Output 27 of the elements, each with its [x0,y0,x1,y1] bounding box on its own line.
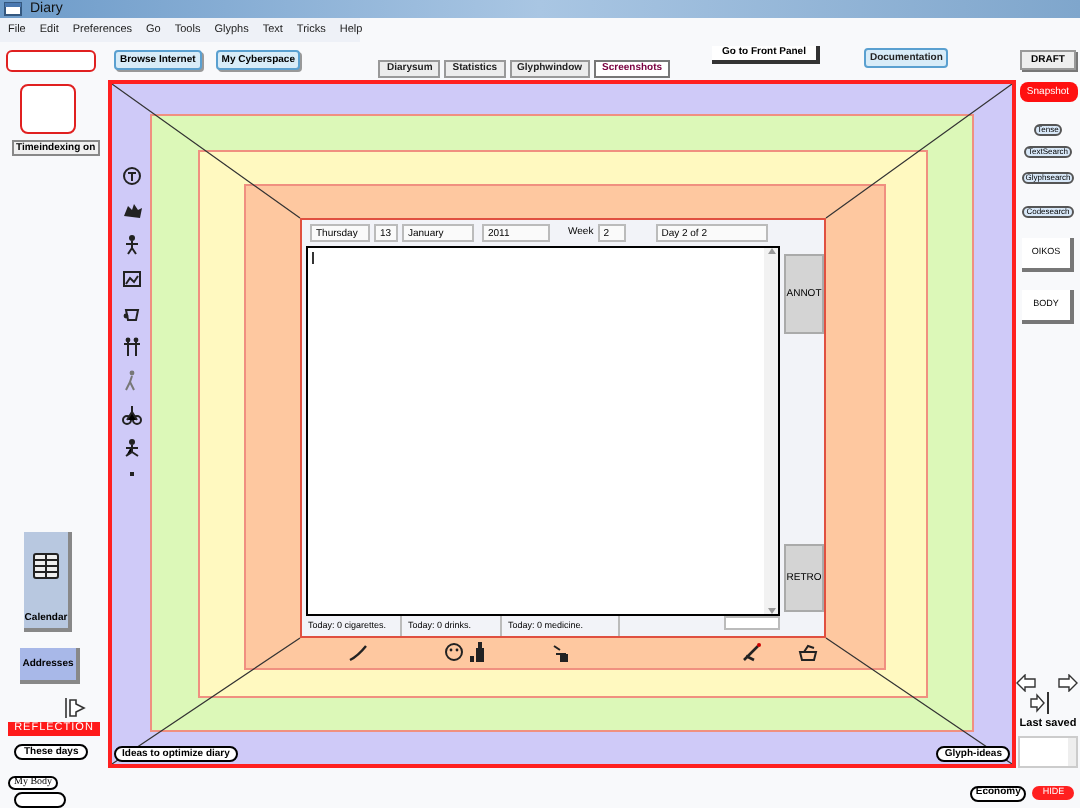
scrollbar[interactable] [1068,737,1076,765]
glyph-box[interactable] [20,84,76,134]
bicycle-icon [121,404,141,426]
down-arrow-icon [767,608,775,614]
dot-mark [129,472,133,476]
up-arrow-icon [767,248,775,254]
stick-figure-icon [121,438,141,460]
scrollbar[interactable] [764,248,778,614]
two-figures-icon [121,336,141,358]
feather-icon [348,642,368,664]
pointing-hand-icon [64,696,86,720]
walking-figure-icon [121,370,141,392]
calendar-icon [32,552,60,580]
text-cursor [312,252,314,264]
input-field[interactable] [6,50,96,72]
face-icon [444,642,464,664]
window-icon [4,2,22,17]
right-arrow-icon [1058,674,1078,692]
arrow-to-bar-icon [1030,692,1052,714]
framed-picture-icon [121,268,141,290]
circled-letter-icon [121,166,141,188]
syringe-icon [742,642,762,664]
bottle-icon [470,642,490,664]
pill-button[interactable] [14,792,66,808]
status-field [724,616,780,630]
stick-figure-icon [121,234,141,256]
left-arrow-icon [1016,674,1036,692]
